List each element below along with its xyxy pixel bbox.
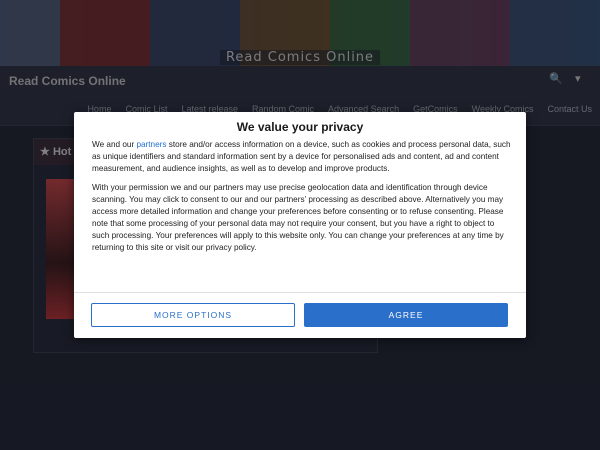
dialog-body: We and our partners store and/or access … [92, 139, 512, 261]
agree-button[interactable]: AGREE [304, 303, 508, 327]
more-options-button[interactable]: MORE OPTIONS [91, 303, 295, 327]
privacy-paragraph-1: We and our partners store and/or access … [92, 140, 511, 173]
privacy-paragraph-2: With your permission we and our partners… [92, 183, 504, 252]
partners-link[interactable]: partners [136, 140, 166, 149]
dialog-title: We value your privacy [236, 120, 364, 134]
dialog-divider [74, 292, 526, 293]
privacy-dialog: We value your privacy We and our partner… [74, 112, 526, 338]
